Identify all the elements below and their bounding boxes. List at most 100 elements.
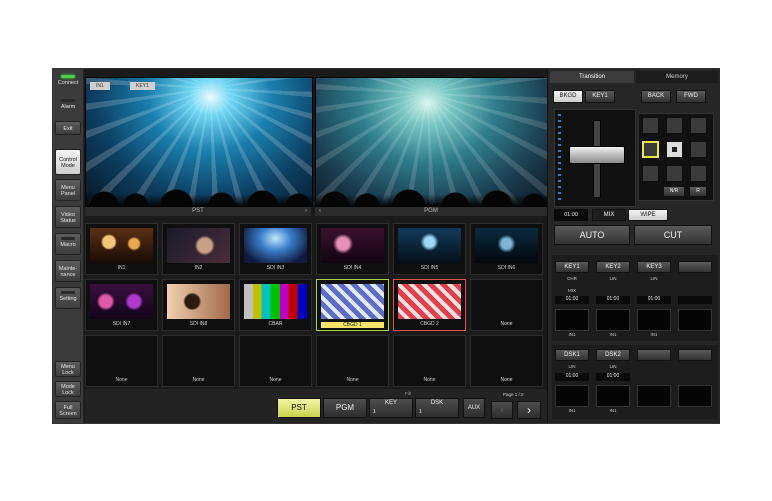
key1-transition-button[interactable]: KEY1 <box>585 90 615 103</box>
wipe-pattern-icon[interactable] <box>642 165 659 182</box>
dsk-bus-button[interactable]: DSK 1 <box>415 398 459 418</box>
dsk2-button[interactable]: DSK2 <box>596 349 630 361</box>
key2-button[interactable]: KEY2 <box>596 261 630 273</box>
pst-bus-button[interactable]: PST <box>277 398 321 418</box>
source-cell[interactable]: CBGD 1 <box>316 279 389 331</box>
exit-button[interactable]: Exit <box>55 121 81 135</box>
mode-lock-button[interactable]: Mode Lock <box>55 381 81 397</box>
source-cell[interactable]: SDI IN3 <box>239 223 312 275</box>
key1-source-box[interactable] <box>555 309 589 331</box>
source-cell[interactable]: SDI IN6 <box>470 223 543 275</box>
wipe-pattern-icon[interactable] <box>666 117 683 134</box>
cut-button[interactable]: CUT <box>634 225 712 245</box>
stripes-blue-thumbnail <box>321 284 384 319</box>
back-button[interactable]: BACK <box>641 90 671 103</box>
wipe-pattern-selected-icon[interactable] <box>642 141 659 158</box>
wipe-pattern-icon[interactable] <box>690 141 707 158</box>
key-bus-button[interactable]: KEY 1 <box>369 398 413 418</box>
dsk1-source-box[interactable] <box>555 385 589 407</box>
key4-time <box>678 296 712 304</box>
dsk3-source-box[interactable] <box>637 385 671 407</box>
dsk2-time[interactable]: 01:00 <box>596 373 630 381</box>
singer-blue-thumbnail <box>475 228 538 263</box>
aux-bus-button[interactable]: AUX <box>463 398 485 418</box>
key3-time[interactable]: 01:00 <box>637 296 671 304</box>
source-cell[interactable]: SDI IN5 <box>393 223 466 275</box>
source-cell[interactable]: None <box>316 335 389 387</box>
prev-page-button[interactable]: ‹ <box>491 401 513 419</box>
dsk3-button[interactable] <box>637 349 671 361</box>
maintenance-button[interactable]: Mainte-nance <box>55 260 81 282</box>
video-status-button[interactable]: Video Status <box>55 206 81 228</box>
source-cell[interactable]: None <box>162 335 235 387</box>
stage-singer-thumbnail <box>321 228 384 263</box>
tab-memory[interactable]: Memory <box>636 71 718 83</box>
dsk2-source-box[interactable] <box>596 385 630 407</box>
source-cell[interactable]: SDI IN7 <box>85 279 158 331</box>
wipe-pattern-icon[interactable] <box>642 117 659 134</box>
source-cell[interactable]: IN1 <box>85 223 158 275</box>
dsk1-button[interactable]: DSK1 <box>555 349 589 361</box>
control-mode-button[interactable]: Control Mode <box>55 149 81 175</box>
dsk1-time[interactable]: 01:00 <box>555 373 589 381</box>
dsk1-source: IN1 <box>568 408 576 413</box>
source-label: SDI IN7 <box>112 321 131 327</box>
menu-panel-button[interactable]: Menu Panel <box>55 179 81 201</box>
bkgd-button[interactable]: BKGD <box>553 90 583 103</box>
macro-button[interactable]: Macro <box>55 233 81 255</box>
source-cell[interactable]: None <box>239 335 312 387</box>
chevron-left-icon[interactable]: ‹ <box>319 207 321 216</box>
key1-time[interactable]: 01:00 <box>555 296 589 304</box>
mix-button[interactable]: MIX <box>592 209 626 221</box>
reverse-button[interactable]: R <box>689 186 707 197</box>
full-screen-button[interactable]: Full Screen <box>55 401 81 419</box>
source-cell[interactable]: None <box>393 335 466 387</box>
source-cell[interactable]: None <box>470 279 543 331</box>
next-page-button[interactable]: › <box>517 401 541 419</box>
wipe-pattern-icon[interactable] <box>666 141 683 158</box>
chevron-right-icon[interactable]: › <box>305 207 307 216</box>
source-cell[interactable]: None <box>85 335 158 387</box>
key-section: KEY1 CHR MIX 01:00 IN1 KEY2 LIN 01:00 IN… <box>552 255 718 341</box>
dsk4-source-box[interactable] <box>678 385 712 407</box>
key1-button[interactable]: KEY1 <box>555 261 589 273</box>
key2-source-box[interactable] <box>596 309 630 331</box>
fader-lever[interactable] <box>569 146 625 164</box>
auto-button[interactable]: AUTO <box>554 225 630 245</box>
wipe-pattern-icon[interactable] <box>690 165 707 182</box>
source-cell[interactable]: SDI IN4 <box>316 223 389 275</box>
pst-label-text: PST <box>192 208 204 214</box>
source-cell[interactable]: CBGD 2 <box>393 279 466 331</box>
source-grid: IN1 IN2 SDI IN3 SDI IN4 SDI IN5 SDI IN6 … <box>85 219 547 387</box>
key4-button[interactable] <box>678 261 712 273</box>
wipe-pattern-icon[interactable] <box>690 117 707 134</box>
wipe-button[interactable]: WIPE <box>628 209 668 221</box>
source-cell[interactable]: CBAR <box>239 279 312 331</box>
key3-button[interactable]: KEY3 <box>637 261 671 273</box>
setting-button[interactable]: Setting <box>55 287 81 309</box>
connect-led-icon <box>61 75 75 78</box>
fader-level-meter <box>558 114 561 200</box>
fwd-button[interactable]: FWD <box>676 90 706 103</box>
wipe-pattern-icon[interactable] <box>666 165 683 182</box>
key3-source-box[interactable] <box>637 309 671 331</box>
key4-source-box[interactable] <box>678 309 712 331</box>
dsk4-button[interactable] <box>678 349 712 361</box>
source-label: SDI IN4 <box>343 265 362 271</box>
source-label: None <box>423 377 436 383</box>
pst-source-tag: IN1 <box>90 82 110 90</box>
tab-transition[interactable]: Transition <box>550 71 634 83</box>
key2-time[interactable]: 01:00 <box>596 296 630 304</box>
pgm-bus-button[interactable]: PGM <box>323 398 367 418</box>
source-cell[interactable]: IN2 <box>162 223 235 275</box>
source-cell[interactable]: None <box>470 335 543 387</box>
stripes-red-thumbnail <box>398 284 461 319</box>
source-cell[interactable]: SDI IN8 <box>162 279 235 331</box>
exit-label: Exit <box>63 126 73 132</box>
nr-button[interactable]: N/R <box>663 186 685 197</box>
transition-panel: Transition Memory BKGD KEY1 BACK FWD N/R <box>547 69 720 423</box>
transition-time[interactable]: 01:00 <box>554 209 588 221</box>
menu-lock-button[interactable]: Menu Lock <box>55 361 81 377</box>
source-label: IN2 <box>194 265 203 271</box>
source-label: IN1 <box>117 265 126 271</box>
